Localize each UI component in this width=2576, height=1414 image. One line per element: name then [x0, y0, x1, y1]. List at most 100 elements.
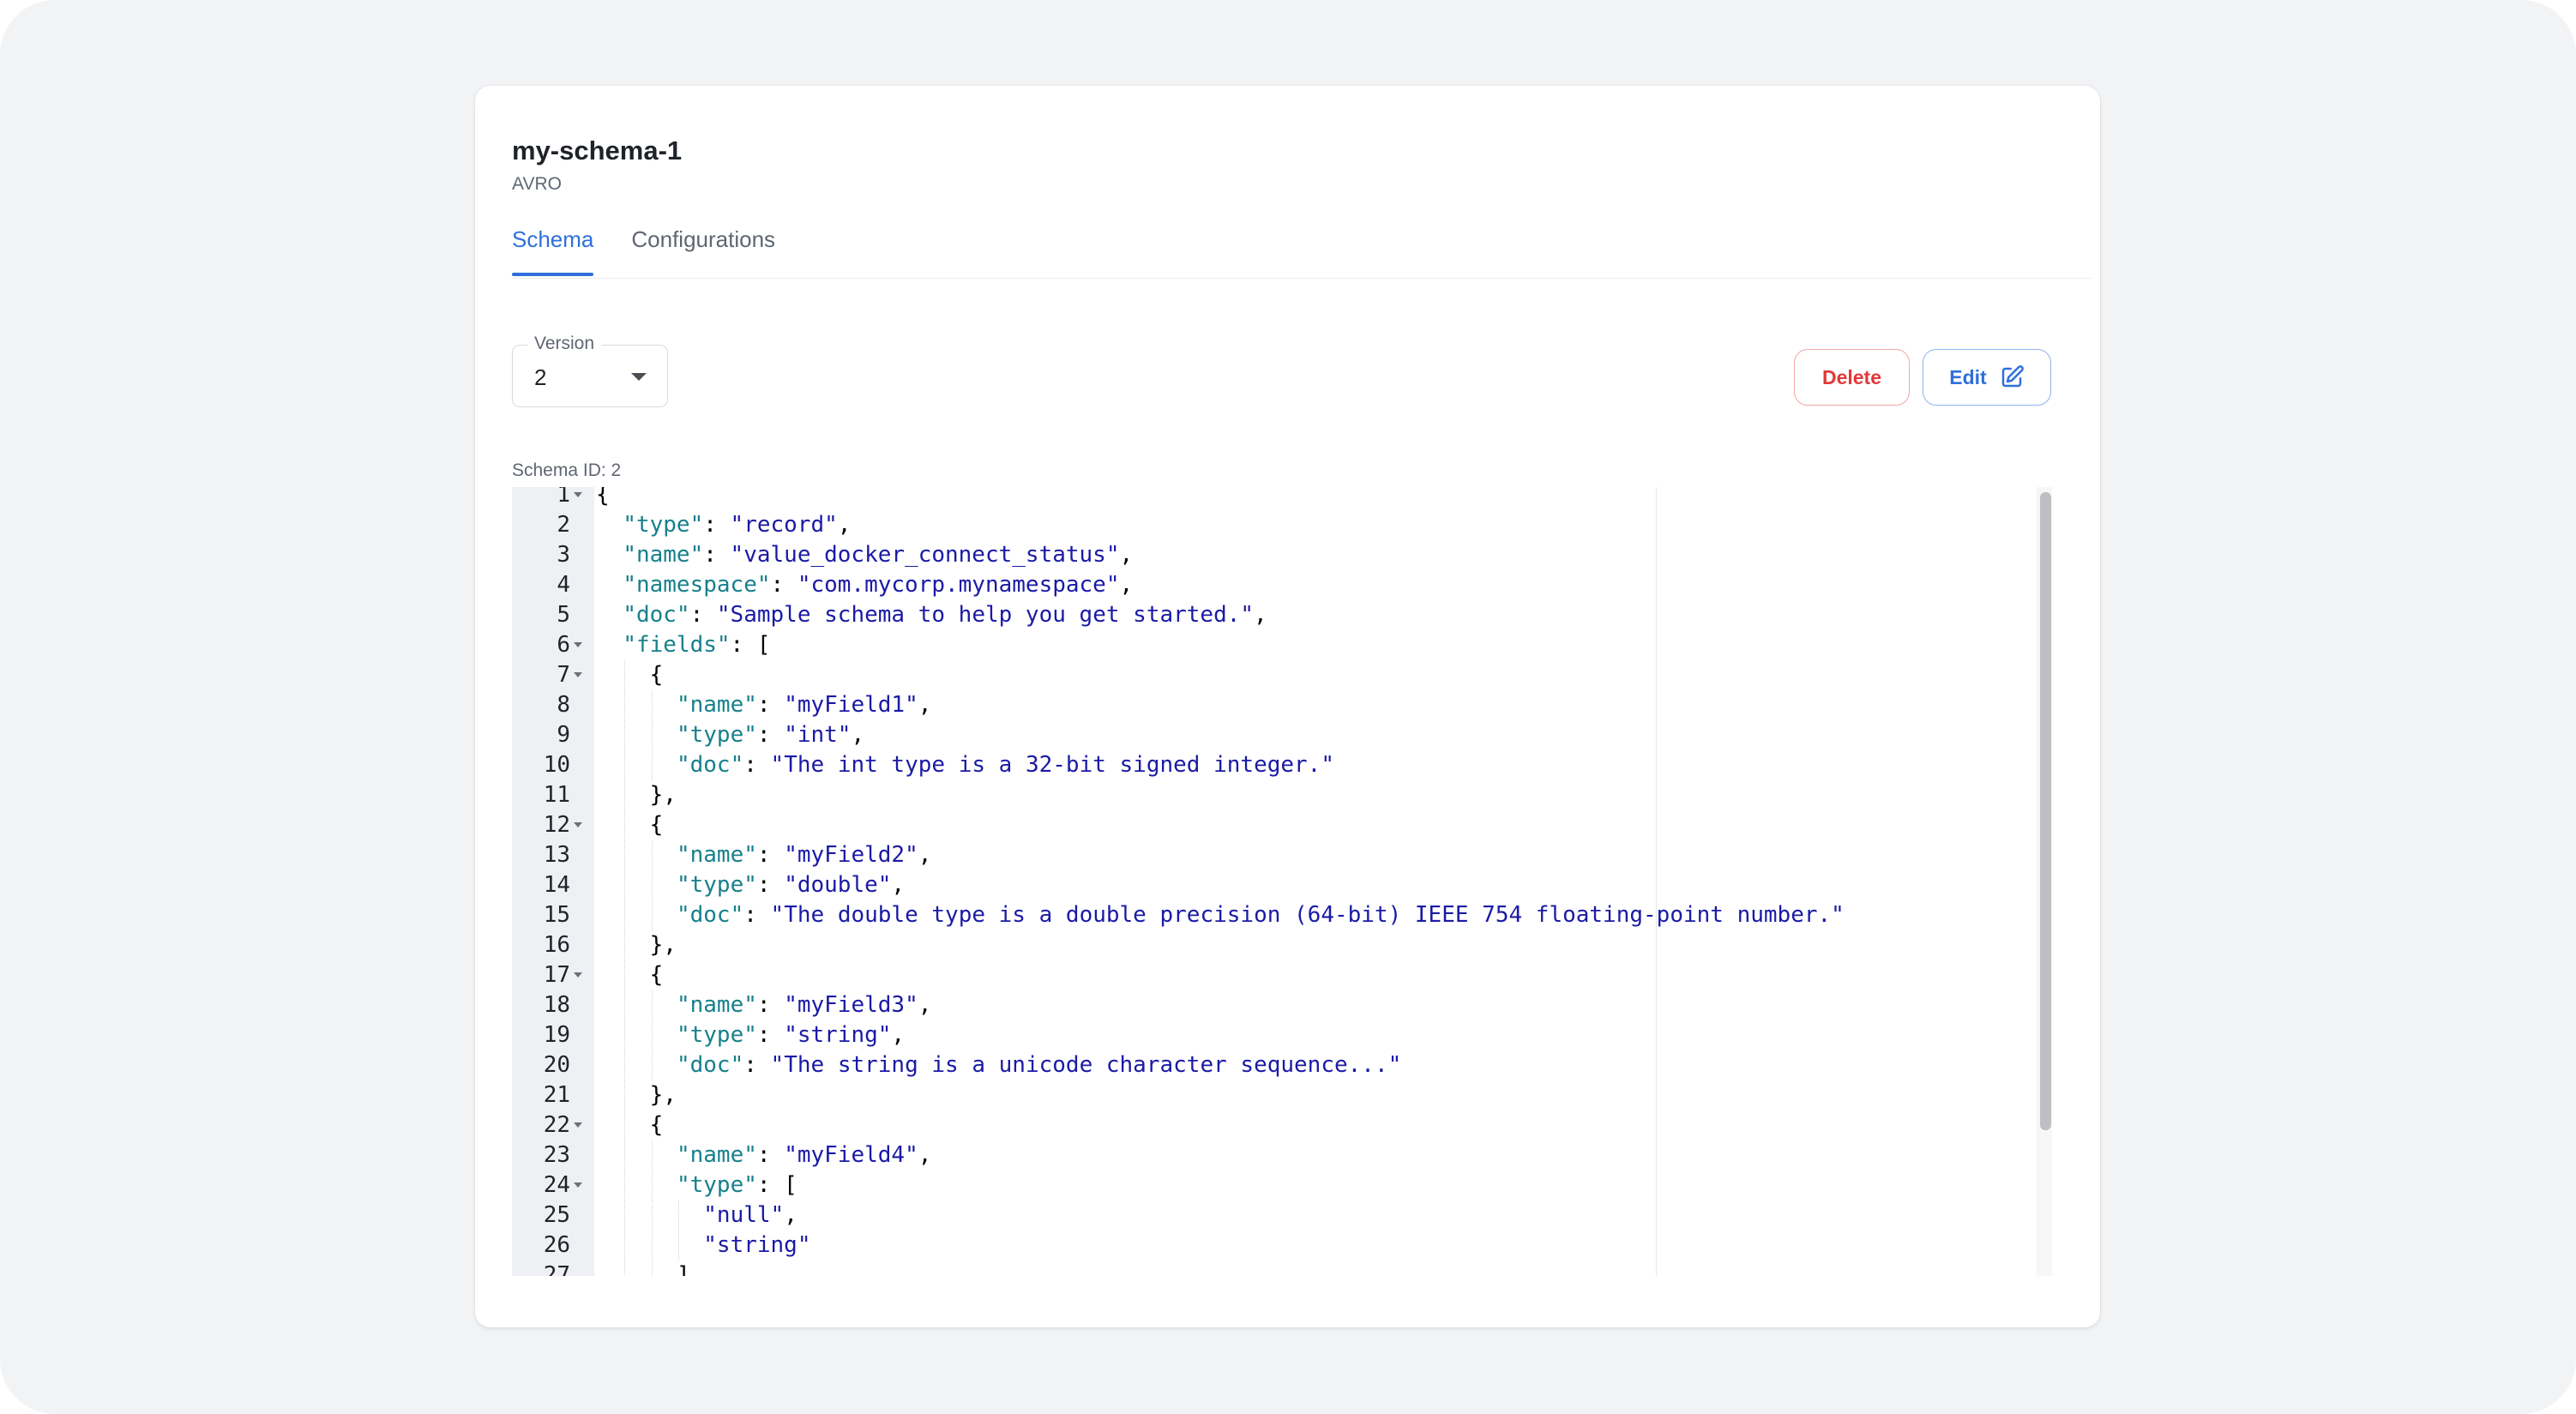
code-text: "name": "value_docker_connect_status", — [623, 540, 1133, 570]
code-text: }, — [650, 780, 677, 810]
indent-guide — [624, 1080, 626, 1110]
code-line: 18 "name": "myField3", — [512, 990, 2021, 1020]
code-line: 24 "type": [ — [512, 1170, 2021, 1200]
code-text: "doc": "Sample schema to help you get st… — [623, 600, 1267, 630]
json-punctuation: }, — [649, 782, 677, 808]
tab-schema[interactable]: Schema — [512, 223, 594, 278]
json-punctuation: : — [770, 572, 797, 598]
json-string: "myField4" — [784, 1142, 918, 1168]
indent-guide — [624, 810, 626, 840]
json-punctuation: , — [891, 1022, 906, 1048]
fold-toggle-icon[interactable] — [574, 672, 582, 677]
code-line: 9 "type": "int", — [512, 720, 2021, 750]
fold-toggle-icon[interactable] — [574, 492, 582, 497]
code-text: "string" — [703, 1230, 810, 1261]
json-punctuation: , — [837, 512, 852, 538]
line-number: 23 — [543, 1142, 570, 1168]
code-line: 25 "null", — [512, 1200, 2021, 1230]
tab-divider — [512, 278, 2091, 279]
indent-guide — [624, 720, 626, 750]
indent-guide — [624, 870, 626, 900]
line-number: 24 — [543, 1172, 570, 1198]
code-line: 6 "fields": [ — [512, 630, 2021, 660]
code-line: 3 "name": "value_docker_connect_status", — [512, 540, 2021, 570]
json-punctuation: : — [756, 992, 785, 1018]
code-line: 10 "doc": "The int type is a 32-bit signe… — [512, 750, 2021, 780]
json-string: "myField2" — [784, 842, 918, 868]
json-string: "com.mycorp.mynamespace" — [797, 572, 1120, 598]
json-punctuation: { — [649, 1112, 664, 1138]
fold-toggle-icon[interactable] — [574, 822, 582, 827]
indent-guide — [624, 690, 626, 720]
code-editor[interactable]: 1{2 "type": "record", 3 "name": "value_dock… — [512, 487, 2052, 1276]
code-text: "type": "record", — [623, 510, 851, 540]
json-punctuation: : [ — [730, 632, 771, 658]
line-number: 22 — [543, 1112, 570, 1138]
fold-toggle-icon[interactable] — [574, 1122, 582, 1128]
fold-toggle-icon[interactable] — [574, 642, 582, 647]
json-string: "string" — [784, 1022, 892, 1048]
edit-pencil-icon — [1999, 364, 2025, 390]
json-key: "type" — [676, 872, 757, 898]
version-label: Version — [527, 334, 602, 354]
json-key: "doc" — [623, 602, 690, 628]
code-line: 2 "type": "record", — [512, 510, 2021, 540]
code-text: "type": [ — [677, 1170, 797, 1200]
caret-down-icon — [631, 373, 647, 381]
code-line: 15 "doc": "The double type is a double pr… — [512, 900, 2021, 930]
indent-guide — [651, 1140, 653, 1170]
code-text: "name": "myField1", — [677, 690, 931, 720]
indent-guide — [624, 1170, 626, 1200]
code-line: 11}, — [512, 780, 2021, 810]
json-key: "type" — [676, 722, 757, 748]
line-number: 19 — [543, 1022, 570, 1048]
code-text: "name": "myField4", — [677, 1140, 931, 1170]
line-number: 16 — [543, 932, 570, 958]
indent-guide — [624, 1200, 626, 1230]
indent-guide — [624, 840, 626, 870]
line-number: 13 — [543, 842, 570, 868]
json-key: "name" — [676, 1142, 757, 1168]
fold-toggle-icon[interactable] — [574, 972, 582, 978]
indent-guide — [651, 1261, 653, 1276]
indent-guide — [624, 1110, 626, 1140]
code-line: 14 "type": "double", — [512, 870, 2021, 900]
json-punctuation: : — [703, 542, 731, 568]
code-line: 1{ — [512, 487, 2021, 510]
fold-toggle-icon[interactable] — [574, 1182, 582, 1188]
line-number: 27 — [543, 1262, 570, 1276]
code-text: "namespace": "com.mycorp.mynamespace", — [623, 570, 1133, 600]
delete-button[interactable]: Delete — [1794, 349, 1910, 406]
edit-button[interactable]: Edit — [1923, 349, 2051, 406]
indent-guide — [651, 1230, 653, 1261]
json-punctuation: , — [918, 692, 932, 718]
json-punctuation: : — [743, 902, 771, 928]
indent-guide — [651, 1020, 653, 1050]
code-line: 27], — [512, 1261, 2021, 1276]
indent-guide — [651, 1050, 653, 1080]
code-text: "name": "myField2", — [677, 840, 931, 870]
json-punctuation: , — [851, 722, 865, 748]
json-string: "record" — [730, 512, 838, 538]
json-string: "int" — [784, 722, 852, 748]
code-text: "doc": "The int type is a 32-bit signed … — [677, 750, 1334, 780]
line-number: 18 — [543, 992, 570, 1018]
editor-scrollbar-thumb[interactable] — [2040, 492, 2051, 1130]
code-text: { — [650, 1110, 664, 1140]
json-key: "doc" — [676, 902, 744, 928]
code-line: 19 "type": "string", — [512, 1020, 2021, 1050]
version-select[interactable]: Version 2 — [512, 334, 668, 407]
code-line: 21}, — [512, 1080, 2021, 1110]
code-line: 16}, — [512, 930, 2021, 960]
json-string: "null" — [703, 1202, 785, 1228]
indent-guide — [624, 1050, 626, 1080]
line-number: 21 — [543, 1082, 570, 1108]
tab-configurations[interactable]: Configurations — [631, 223, 775, 278]
json-punctuation: }, — [649, 1082, 677, 1108]
indent-guide — [651, 900, 653, 930]
code-text: { — [650, 960, 664, 990]
json-punctuation: { — [649, 812, 664, 838]
json-string: "myField3" — [784, 992, 918, 1018]
code-text: { — [650, 810, 664, 840]
json-punctuation: , — [918, 992, 932, 1018]
